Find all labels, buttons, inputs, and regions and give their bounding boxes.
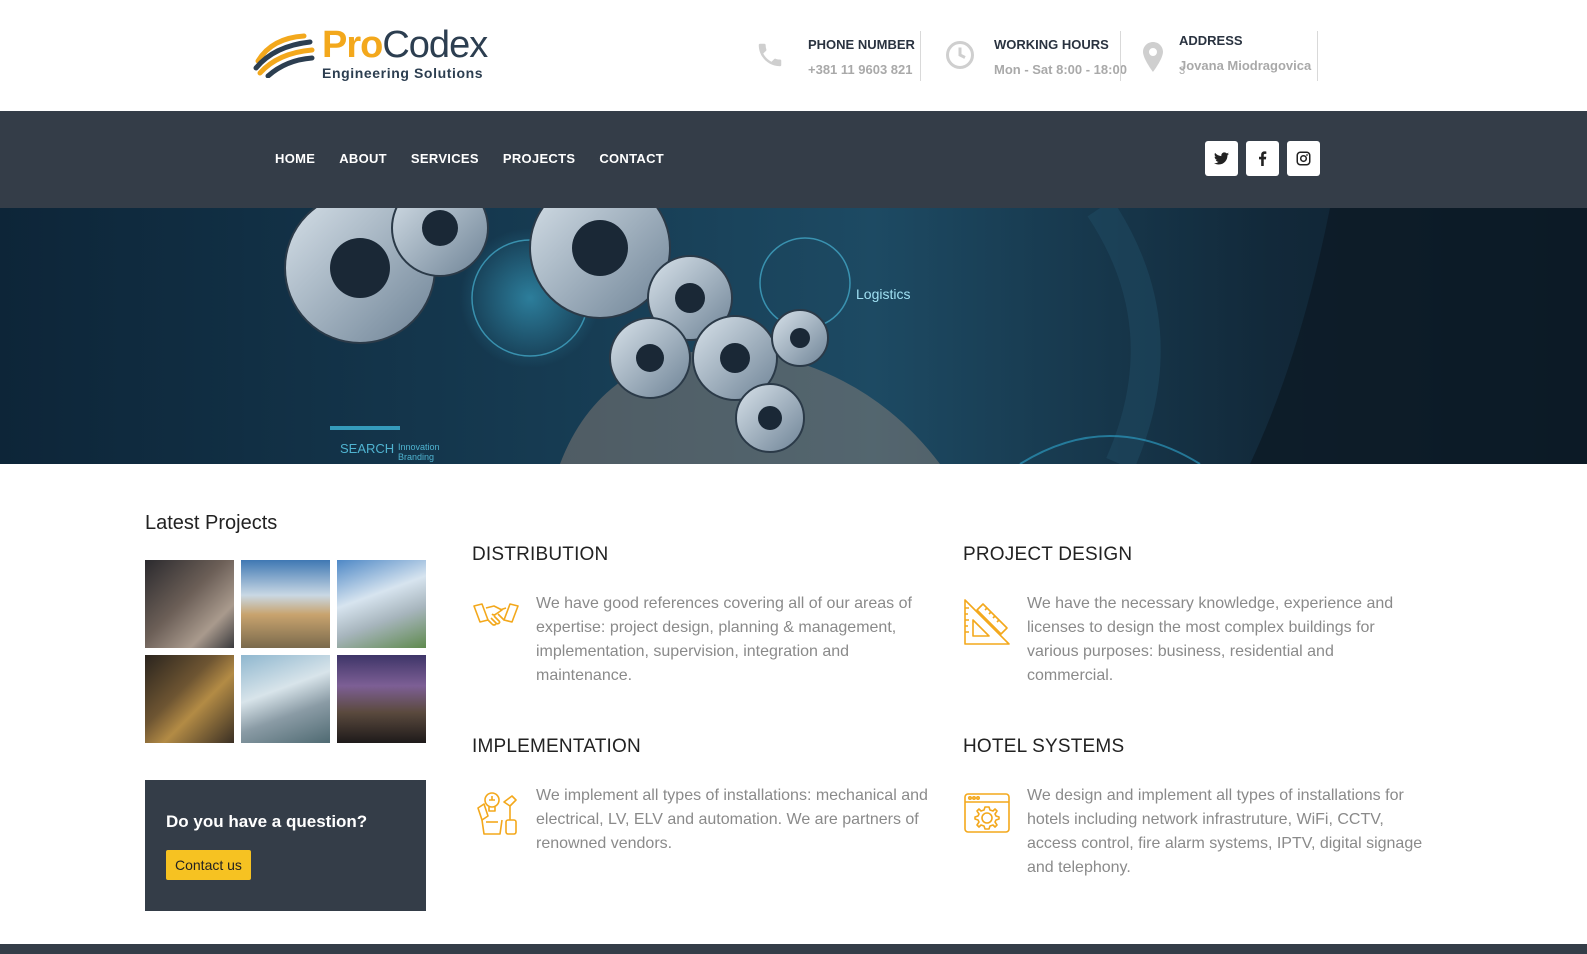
question-title: Do you have a question?	[166, 812, 368, 831]
project-thumbnail[interactable]	[337, 655, 426, 743]
question-box: Do you have a question? Contact us	[145, 780, 426, 911]
nav-item-contact[interactable]: CONTACT	[599, 151, 664, 166]
hero-branding-text: Branding	[398, 452, 435, 462]
latest-projects-title: Latest Projects	[145, 512, 278, 534]
hero-logistics-label: Logistics	[856, 286, 911, 302]
hero-banner: Logistics SEARCH Innovation Branding	[0, 208, 1587, 464]
footer-strip	[0, 944, 1587, 954]
project-thumbnail[interactable]	[145, 560, 234, 648]
contact-us-button[interactable]: Contact us	[166, 850, 251, 880]
service-title-distribution: DISTRIBUTION	[472, 544, 609, 565]
ruler-triangle-icon	[963, 598, 1011, 646]
service-text-implementation: We implement all types of installations:…	[536, 787, 928, 852]
latest-projects-gallery	[145, 560, 426, 743]
logo-tagline: Engineering Solutions	[322, 65, 484, 81]
project-thumbnail[interactable]	[241, 560, 330, 648]
top-header: ProCodex Engineering Solutions PHONE NUM…	[0, 0, 1587, 111]
facebook-icon[interactable]	[1246, 141, 1279, 176]
nav-item-home[interactable]: HOME	[275, 151, 315, 166]
service-title-hotel-systems: HOTEL SYSTEMS	[963, 736, 1125, 757]
divider	[920, 31, 921, 81]
divider	[1317, 31, 1318, 81]
main-nav: HOME ABOUT SERVICES PROJECTS CONTACT	[0, 111, 1587, 208]
phone-info: PHONE NUMBER +381 11 9603 821	[752, 31, 915, 81]
nav-menu: HOME ABOUT SERVICES PROJECTS CONTACT	[275, 151, 664, 166]
hero-gears-illustration	[284, 208, 1587, 464]
phone-label: PHONE NUMBER	[808, 37, 915, 52]
project-thumbnail[interactable]	[145, 655, 234, 743]
project-thumbnail[interactable]	[337, 560, 426, 648]
address-info: ADDRESS Jovana Miodragovica 3	[1142, 27, 1311, 77]
service-text-distribution: We have good references covering all of …	[536, 595, 912, 684]
hours-info: WORKING HOURS Mon - Sat 8:00 - 18:00	[942, 31, 1127, 81]
tools-icon	[472, 790, 520, 838]
nav-item-about[interactable]: ABOUT	[339, 151, 387, 166]
hours-value: Mon - Sat 8:00 - 18:00	[994, 62, 1127, 77]
logo[interactable]: ProCodex Engineering Solutions	[252, 26, 502, 80]
service-text-hotel-systems: We design and implement all types of ins…	[1027, 787, 1423, 876]
address-value-2: 3	[1179, 65, 1186, 77]
address-value: Jovana Miodragovica	[1179, 58, 1312, 73]
handshake-icon	[472, 598, 520, 646]
hero-search-label: SEARCH	[340, 441, 395, 456]
divider	[1120, 31, 1121, 81]
project-thumbnail[interactable]	[241, 655, 330, 743]
logo-codex: Codex	[382, 24, 488, 66]
phone-icon	[752, 35, 788, 75]
twitter-icon[interactable]	[1205, 141, 1238, 176]
settings-window-icon	[963, 790, 1011, 838]
phone-value[interactable]: +381 11 9603 821	[808, 62, 915, 78]
nav-item-services[interactable]: SERVICES	[411, 151, 479, 166]
service-title-project-design: PROJECT DESIGN	[963, 544, 1133, 565]
service-text-project-design: We have the necessary knowledge, experie…	[1027, 595, 1394, 684]
hours-label: WORKING HOURS	[994, 37, 1109, 52]
hero-innovation-text: Innovation	[398, 442, 440, 452]
nav-item-projects[interactable]: PROJECTS	[503, 151, 575, 166]
clock-icon	[942, 35, 978, 75]
service-title-implementation: IMPLEMENTATION	[472, 736, 641, 757]
logo-pro: Pro	[322, 24, 383, 66]
address-label: ADDRESS	[1179, 33, 1243, 48]
hero-innovation-label: Innovation Branding	[398, 442, 440, 462]
instagram-icon[interactable]	[1287, 141, 1320, 176]
map-pin-icon	[1142, 37, 1164, 77]
logo-mark-icon	[252, 28, 316, 79]
